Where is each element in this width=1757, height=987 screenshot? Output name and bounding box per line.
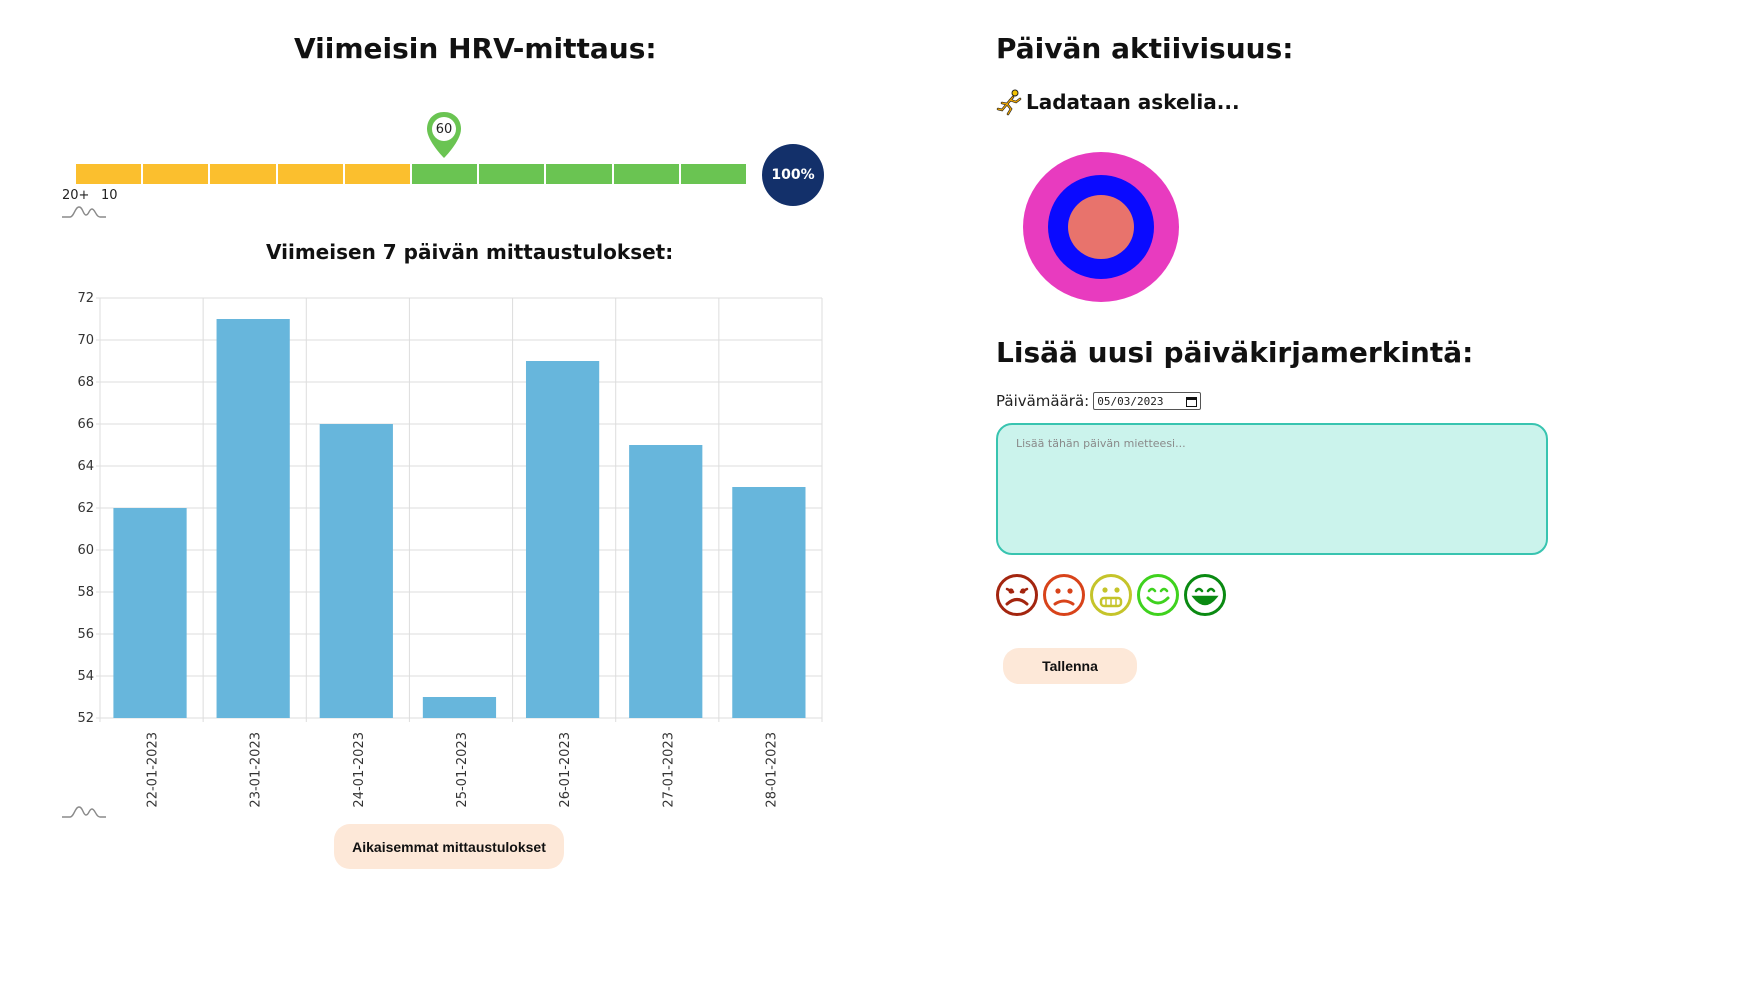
hrv-percent-badge: 100%: [762, 144, 824, 206]
y-tick-label: 52: [77, 711, 94, 726]
gauge-segment: [680, 164, 747, 184]
diary-textarea[interactable]: Lisää tähän päivän mietteesi...: [996, 423, 1548, 555]
mood-happy-icon[interactable]: [1136, 573, 1180, 617]
y-tick-label: 72: [77, 291, 94, 306]
gauge-segment: [143, 164, 209, 184]
wave-logo-icon: [62, 206, 106, 218]
y-tick-label: 64: [77, 459, 94, 474]
bar: [113, 508, 187, 718]
bar: [319, 424, 393, 718]
weekly-title: Viimeisen 7 päivän mittaustulokset:: [266, 240, 674, 264]
x-tick-label: 24-01-2023: [352, 732, 367, 808]
hrv-marker-value: 60: [435, 122, 453, 137]
loading-row: Ladataan askelia...: [996, 88, 1240, 116]
date-input[interactable]: 05/03/2023: [1093, 392, 1202, 410]
gauge-segment: [210, 164, 276, 184]
scale-label-min: 20+: [62, 188, 90, 203]
bar: [525, 361, 600, 718]
wave-logo-icon-bottom: [62, 806, 106, 818]
y-tick-label: 56: [77, 627, 94, 642]
gauge-segment: [479, 164, 545, 184]
y-tick-label: 62: [77, 501, 94, 516]
gauge-segment: [277, 164, 343, 184]
history-button[interactable]: Aikaisemmat mittaustulokset: [334, 824, 564, 869]
activity-title: Päivän aktiivisuus:: [996, 32, 1294, 65]
bar: [732, 487, 806, 718]
calendar-icon[interactable]: [1186, 396, 1198, 407]
bar: [216, 319, 290, 718]
x-tick-label: 28-01-2023: [764, 732, 779, 808]
diary-placeholder: Lisää tähän päivän mietteesi...: [1016, 437, 1186, 450]
x-tick-label: 26-01-2023: [558, 732, 573, 808]
mood-neutral-icon[interactable]: [1089, 573, 1133, 617]
scale-label-next: 10: [101, 188, 118, 203]
running-figure-icon: [996, 89, 1022, 116]
hrv-bar-chart: 52 54 56 58 60 62 64 66 68 70 72 22-01-2023 23-01-20…: [77, 291, 823, 808]
x-tick-label: 25-01-2023: [455, 732, 470, 808]
gauge-segment: [613, 164, 679, 184]
x-tick-label: 27-01-2023: [661, 732, 676, 808]
bar: [422, 697, 497, 718]
date-row: Päivämäärä: 05/03/2023: [996, 392, 1202, 410]
mood-very-happy-icon[interactable]: [1183, 573, 1227, 617]
date-value: 05/03/2023: [1097, 394, 1164, 408]
y-tick-label: 54: [77, 669, 94, 684]
diary-title: Lisää uusi päiväkirjamerkintä:: [996, 336, 1474, 369]
save-button[interactable]: Tallenna: [1003, 648, 1137, 684]
y-tick-label: 70: [77, 333, 94, 348]
x-tick-label: 22-01-2023: [146, 732, 161, 808]
mood-very-sad-icon[interactable]: [995, 573, 1039, 617]
y-tick-label: 60: [77, 543, 94, 558]
gauge-segment: [412, 164, 478, 184]
y-tick-label: 58: [77, 585, 94, 600]
mood-sad-icon[interactable]: [1042, 573, 1086, 617]
y-tick-label: 66: [77, 417, 94, 432]
gauge-segment: [76, 164, 142, 184]
y-tick-label: 68: [77, 375, 94, 390]
bar: [629, 445, 703, 718]
gauge-segment: [546, 164, 612, 184]
hrv-title: Viimeisin HRV-mittaus:: [294, 32, 657, 65]
hrv-gauge: [76, 164, 747, 184]
loading-text: Ladataan askelia...: [1026, 90, 1240, 114]
gauge-segment: [344, 164, 411, 184]
date-label: Päivämäärä:: [996, 392, 1090, 410]
activity-rings: [1023, 152, 1179, 302]
x-tick-label: 23-01-2023: [249, 732, 264, 808]
